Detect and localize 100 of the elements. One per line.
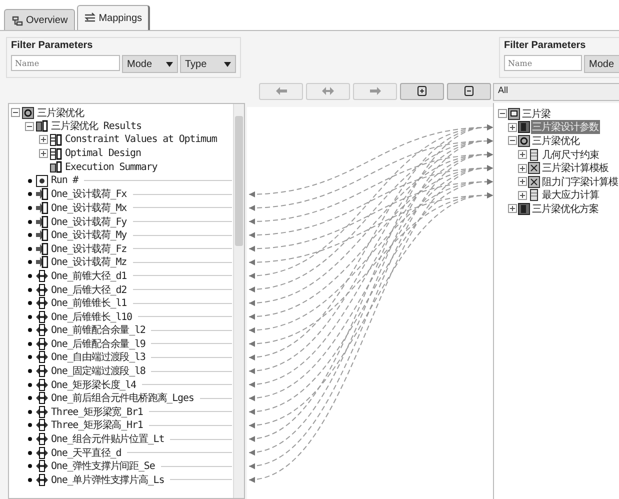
tree-item[interactable]: 三片梁计算模板 <box>541 161 610 176</box>
tree-item[interactable]: Optimal Design <box>64 148 142 160</box>
sheet-icon <box>528 148 540 161</box>
expand-toggle-icon[interactable] <box>518 150 527 160</box>
input-parameter-icon <box>36 242 48 255</box>
collapse-toggle-icon[interactable] <box>508 136 517 146</box>
left-arrow-icon <box>275 86 287 96</box>
calculator-icon <box>528 162 540 174</box>
name-field[interactable]: Name <box>504 55 582 71</box>
tree-item[interactable]: One_设计载荷_Fy <box>50 214 128 229</box>
bullet-icon <box>28 274 32 278</box>
tree-item[interactable]: Three_矩形梁宽_Br1 <box>50 404 144 419</box>
scrollbar-thumb[interactable] <box>235 116 243 246</box>
arrows-icon <box>84 12 96 24</box>
input-parameter-icon <box>36 216 48 228</box>
tree-item[interactable]: One_矩形梁长度_l4 <box>50 378 137 392</box>
bullet-icon <box>28 288 32 292</box>
table-icon <box>50 134 62 146</box>
tree-item[interactable]: One_后锥大径_d2 <box>50 282 128 297</box>
tree-item[interactable]: 三片梁设计参数 <box>531 120 600 134</box>
name-field[interactable]: Name <box>11 55 120 71</box>
bullet-icon <box>28 220 32 224</box>
tree-item[interactable]: 三片梁优化方案 <box>531 202 600 216</box>
expand-toggle-icon[interactable] <box>508 122 517 132</box>
bullet-icon <box>28 301 32 306</box>
tree-item[interactable]: 几何尺寸约束 <box>541 148 600 162</box>
expand-toggle-icon[interactable] <box>518 177 527 186</box>
tree-item[interactable]: One_前锥配合余量_l2 <box>50 323 146 338</box>
mode-dropdown[interactable]: Mode <box>584 55 619 73</box>
tab[interactable]: Mappings <box>76 5 150 30</box>
toolbar-button[interactable] <box>447 82 491 100</box>
variable-parameter-icon <box>36 474 48 486</box>
expand-toggle-icon[interactable] <box>39 149 48 158</box>
input-parameter-icon <box>36 229 48 242</box>
input-parameter-icon <box>36 202 48 214</box>
variable-parameter-icon <box>36 310 48 323</box>
scrollbar[interactable] <box>233 104 244 498</box>
tree-item[interactable]: One_单片弹性支撑片高_Ls <box>50 472 166 487</box>
tree-item[interactable]: One_组合元件贴片位置_Lt <box>50 432 166 446</box>
gear-icon <box>22 106 34 119</box>
calculator-icon <box>528 176 540 188</box>
collapse-toggle-icon[interactable] <box>498 109 507 118</box>
bullet-icon <box>28 382 32 387</box>
tree-item[interactable]: 三片梁优化 <box>531 134 580 148</box>
expand-toggle-icon[interactable] <box>518 190 527 200</box>
tree-item[interactable]: 三片梁优化 <box>36 106 86 120</box>
variable-parameter-icon <box>36 446 48 459</box>
variable-parameter-icon <box>36 419 48 432</box>
expand-toggle-icon[interactable] <box>518 164 527 173</box>
tree-item[interactable]: One_设计载荷_Mz <box>50 255 128 270</box>
tree-item[interactable]: One_弹性支撑片间距_Se <box>50 459 156 474</box>
bullet-icon <box>28 246 32 251</box>
tree-item[interactable]: One_前后组合元件电桥跑离_Lges <box>50 391 195 406</box>
mode-dropdown[interactable]: Mode <box>122 55 178 73</box>
remove-mapping-icon <box>463 86 475 96</box>
variable-parameter-icon <box>36 270 48 282</box>
tree-item[interactable]: One_前锥锥长_l1 <box>50 296 128 310</box>
type-dropdown[interactable]: Type <box>180 55 236 73</box>
expand-toggle-icon[interactable] <box>39 135 48 144</box>
group-title: Filter Parameters <box>504 40 587 51</box>
tree-item[interactable]: One_设计载荷_Fz <box>50 242 128 256</box>
tree-item[interactable]: 三片梁优化 Results <box>50 119 142 134</box>
tree-item[interactable]: One_设计载荷_Mx <box>50 200 128 215</box>
tree-item[interactable]: Execution Summary <box>64 162 158 173</box>
collapse-toggle-icon[interactable] <box>11 108 20 118</box>
double-arrow-icon <box>322 86 334 96</box>
tree-item[interactable]: One_设计载荷_Fx <box>50 187 128 202</box>
variable-parameter-icon <box>36 433 48 446</box>
tree-item[interactable]: One_天平直径_d <box>50 446 122 460</box>
tree-item[interactable]: One_自由端过渡段_l3 <box>50 350 146 364</box>
bullet-icon <box>28 192 32 196</box>
bullet-icon <box>28 450 32 455</box>
bullet-icon <box>28 355 32 360</box>
tab[interactable]: Overview <box>4 9 75 30</box>
tree-item[interactable]: 最大应力计算 <box>541 188 600 202</box>
bullet-icon <box>28 410 32 414</box>
expand-toggle-icon[interactable] <box>508 204 517 214</box>
tree-item[interactable]: 三片梁 <box>521 106 552 121</box>
bullet-icon <box>28 437 32 442</box>
variable-parameter-icon <box>36 378 48 391</box>
caret-icon <box>224 62 231 66</box>
tree-item[interactable]: 阻力门字梁计算模 <box>541 174 619 189</box>
tree-item[interactable]: Constraint Values at Optimum <box>64 134 218 146</box>
tree-item[interactable]: Three_矩形梁高_Hr1 <box>50 418 144 432</box>
variable-parameter-icon <box>36 297 48 310</box>
tree-item[interactable]: One_前锥大径_d1 <box>50 268 128 283</box>
tree-item[interactable]: One_后锥配合余量_l9 <box>50 336 146 351</box>
scope-dropdown[interactable]: All <box>493 83 619 101</box>
run-icon <box>36 174 48 187</box>
variable-parameter-icon <box>36 324 48 336</box>
bullet-icon <box>28 328 32 332</box>
document-icon <box>518 202 530 215</box>
bullet-icon <box>28 233 32 238</box>
tree-item[interactable]: Run # <box>50 175 80 186</box>
tree-item[interactable]: One_后锥锥长_l10 <box>50 310 133 324</box>
gear-icon <box>518 134 530 147</box>
tree-item[interactable]: One_设计载荷_My <box>50 228 128 242</box>
toolbar-button[interactable] <box>400 82 444 100</box>
collapse-toggle-icon[interactable] <box>25 122 34 131</box>
tree-item[interactable]: One_固定端过渡段_l8 <box>50 364 146 378</box>
